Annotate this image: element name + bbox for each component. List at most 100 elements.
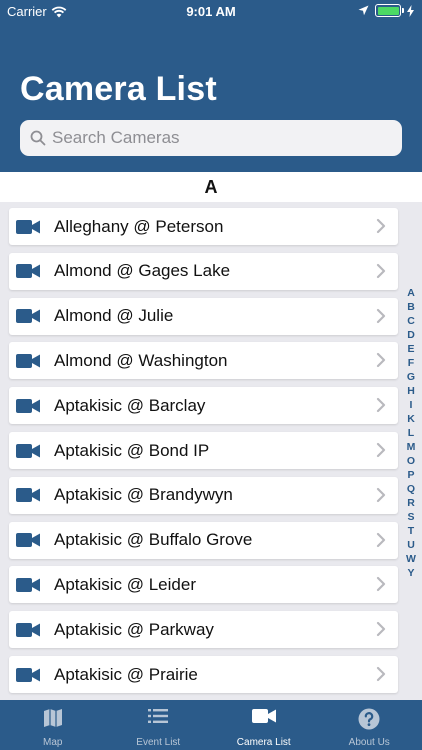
status-bar: Carrier 9:01 AM: [0, 0, 422, 24]
charging-bolt-icon: [407, 4, 414, 17]
video-camera-icon: [16, 443, 40, 458]
chevron-right-icon: [376, 308, 386, 323]
camera-icon-wrap: [16, 218, 42, 236]
index-letter[interactable]: I: [410, 398, 413, 412]
index-letter[interactable]: D: [407, 328, 415, 342]
camera-list-item[interactable]: Aptakisic @ Brandywyn: [9, 476, 398, 514]
camera-list-item[interactable]: Aptakisic @ Buffalo Grove: [9, 521, 398, 559]
index-letter[interactable]: T: [408, 524, 414, 538]
map-icon: [43, 709, 62, 727]
camera-list-item[interactable]: Almond @ Julie: [9, 297, 398, 335]
index-letter[interactable]: P: [407, 468, 414, 482]
camera-name: Aptakisic @ Bond IP: [54, 440, 210, 460]
index-letter[interactable]: Q: [407, 482, 415, 496]
index-letter[interactable]: E: [407, 342, 414, 356]
camera-icon-wrap: [16, 531, 42, 549]
location-arrow-icon: [358, 5, 369, 16]
index-letter[interactable]: U: [407, 538, 415, 552]
chevron-right-icon: [376, 398, 386, 413]
video-camera-icon: [16, 488, 40, 503]
search-bar[interactable]: [20, 120, 402, 156]
camera-list-item[interactable]: Aptakisic @ Barclay: [9, 387, 398, 425]
video-camera-icon: [16, 219, 40, 234]
chevron-right-icon: [376, 532, 386, 547]
chevron-right-icon: [376, 263, 386, 278]
index-letter[interactable]: W: [406, 552, 416, 566]
index-letter[interactable]: M: [407, 440, 416, 454]
search-icon: [30, 130, 46, 146]
camera-icon-wrap: [16, 621, 42, 639]
camera-list-item[interactable]: Almond @ Washington: [9, 342, 398, 380]
camera-list-item[interactable]: Aptakisic @ Parkway: [9, 611, 398, 649]
index-letter[interactable]: F: [408, 356, 414, 370]
search-input[interactable]: [52, 128, 382, 148]
index-letter[interactable]: Y: [407, 566, 414, 580]
chevron-right-icon: [376, 353, 386, 368]
section-header-letter: A: [0, 172, 422, 202]
tab-icon-wrap: [211, 708, 317, 730]
tab-camera-list[interactable]: Camera List: [211, 700, 317, 750]
camera-icon-wrap: [16, 307, 42, 325]
status-right: [358, 4, 414, 17]
camera-icon-wrap: [16, 352, 42, 370]
tab-label: Camera List: [236, 737, 291, 748]
tab-event-list[interactable]: Event List: [106, 700, 212, 750]
index-letter[interactable]: K: [407, 412, 415, 426]
camera-icon-wrap: [16, 262, 42, 280]
camera-list[interactable]: Alleghany @ Peterson Almond @ Gages Lake A…: [0, 202, 422, 700]
tab-label: About Us: [348, 737, 390, 748]
camera-name: Aptakisic @ Leider: [54, 574, 196, 594]
tab-about-us[interactable]: About Us: [317, 700, 422, 750]
index-letter[interactable]: L: [408, 426, 414, 440]
camera-name: Aptakisic @ Parkway: [54, 619, 214, 639]
camera-list-item[interactable]: Alleghany @ Peterson: [9, 208, 398, 245]
chevron-right-icon: [376, 218, 386, 234]
video-camera-icon: [16, 533, 40, 548]
list-icon: [148, 709, 169, 723]
tab-bar: Map Event List Camera List About Us: [0, 700, 422, 750]
help-icon: [358, 708, 380, 730]
tab-label: Event List: [136, 737, 181, 748]
page-title: Camera List: [20, 70, 217, 108]
tab-label: Map: [43, 737, 63, 748]
index-letter[interactable]: S: [407, 510, 414, 524]
tab-icon-wrap: [317, 708, 422, 730]
video-camera-icon: [16, 264, 40, 279]
camera-icon-wrap: [16, 486, 42, 504]
index-letter[interactable]: B: [407, 300, 415, 314]
camera-name: Almond @ Gages Lake: [54, 261, 231, 281]
index-letter[interactable]: O: [407, 454, 415, 468]
camera-name: Almond @ Washington: [54, 350, 228, 370]
camera-name: Aptakisic @ Brandywyn: [54, 485, 233, 505]
video-camera-icon: [16, 667, 40, 682]
video-camera-icon: [16, 577, 40, 592]
camera-list-item[interactable]: Almond @ Gages Lake: [9, 252, 398, 290]
index-letter[interactable]: R: [407, 496, 415, 510]
tab-map[interactable]: Map: [0, 700, 106, 750]
video-camera-icon: [16, 309, 40, 324]
index-letter[interactable]: G: [407, 370, 415, 384]
battery-icon: [375, 4, 404, 17]
chevron-right-icon: [376, 487, 386, 502]
index-letter[interactable]: H: [407, 384, 415, 398]
camera-icon-wrap: [16, 576, 42, 594]
index-letter[interactable]: C: [407, 314, 415, 328]
camera-list-item[interactable]: Aptakisic @ Prairie: [9, 656, 398, 693]
camera-list-item[interactable]: Aptakisic @ Bond IP: [9, 432, 398, 469]
chevron-right-icon: [376, 622, 386, 637]
chevron-right-icon: [376, 442, 386, 458]
camera-name: Alleghany @ Peterson: [54, 216, 224, 236]
camera-name: Aptakisic @ Buffalo Grove: [54, 530, 253, 550]
camera-icon-wrap: [16, 666, 42, 684]
camera-list-item[interactable]: Aptakisic @ Leider: [9, 566, 398, 604]
camera-name: Aptakisic @ Prairie: [54, 664, 198, 684]
chevron-right-icon: [376, 666, 386, 682]
index-letter[interactable]: A: [407, 286, 415, 300]
camera-icon-wrap: [16, 397, 42, 415]
navigation-header: Carrier 9:01 AM Camera List: [0, 0, 422, 172]
chevron-right-icon: [376, 577, 386, 592]
tab-icon-wrap: [106, 708, 212, 730]
alphabet-index[interactable]: ABCDEFGHIKLMOPQRSTUWY: [402, 286, 420, 580]
camera-name: Aptakisic @ Barclay: [54, 395, 206, 415]
video-camera-icon: [16, 353, 40, 368]
